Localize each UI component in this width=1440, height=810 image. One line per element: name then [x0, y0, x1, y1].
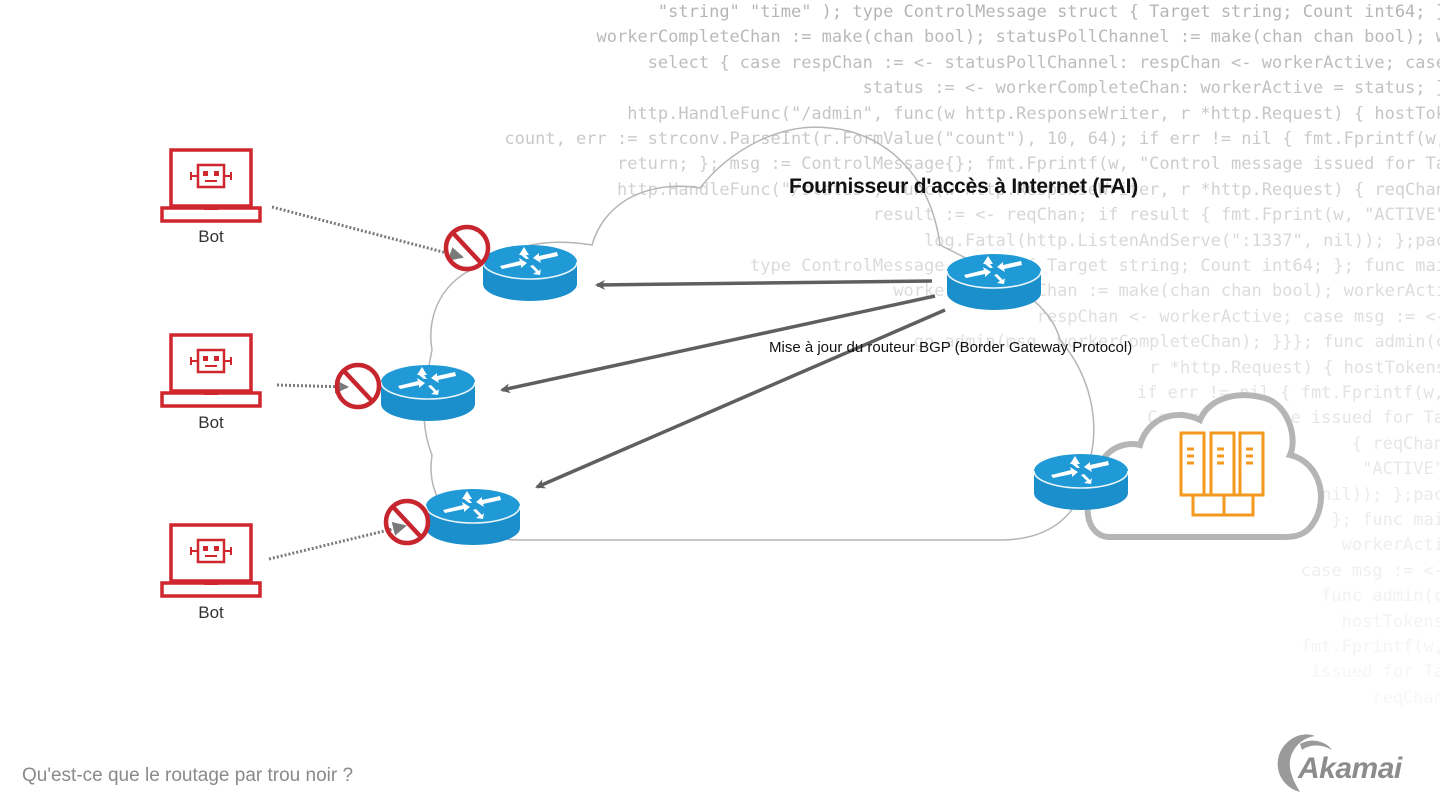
bgp-router-icon	[946, 253, 1042, 311]
footer-caption: Qu'est-ce que le routage par trou noir ?	[22, 765, 354, 786]
bot-traffic-line-1	[271, 205, 464, 261]
bot-label: Bot	[198, 603, 224, 622]
bot-label: Bot	[198, 227, 224, 246]
prohibited-icon	[446, 227, 488, 269]
akamai-wordmark: Akamai	[1298, 752, 1402, 785]
bot-laptop-icon	[160, 148, 262, 223]
bgp-update-label: Mise à jour du routeur BGP (Border Gatew…	[769, 339, 1133, 356]
blackhole-routing-diagram: Fournisseur d'accès à Internet (FAI) Mis…	[0, 0, 1440, 810]
router-icon	[482, 244, 578, 302]
bot-traffic-line-3	[268, 522, 407, 561]
isp-title: Fournisseur d'accès à Internet (FAI)	[789, 175, 1139, 198]
prohibited-icon	[337, 365, 379, 407]
akamai-logo: Akamai	[1270, 730, 1420, 794]
origin-router-icon	[1033, 453, 1129, 511]
prohibited-icon	[386, 501, 428, 543]
bot-label: Bot	[198, 413, 224, 432]
bgp-update-arrow-1	[595, 279, 933, 290]
bot-laptop-icon	[160, 333, 262, 408]
router-icon	[380, 364, 476, 422]
bot-laptop-icon	[160, 523, 262, 598]
router-icon	[425, 488, 521, 546]
